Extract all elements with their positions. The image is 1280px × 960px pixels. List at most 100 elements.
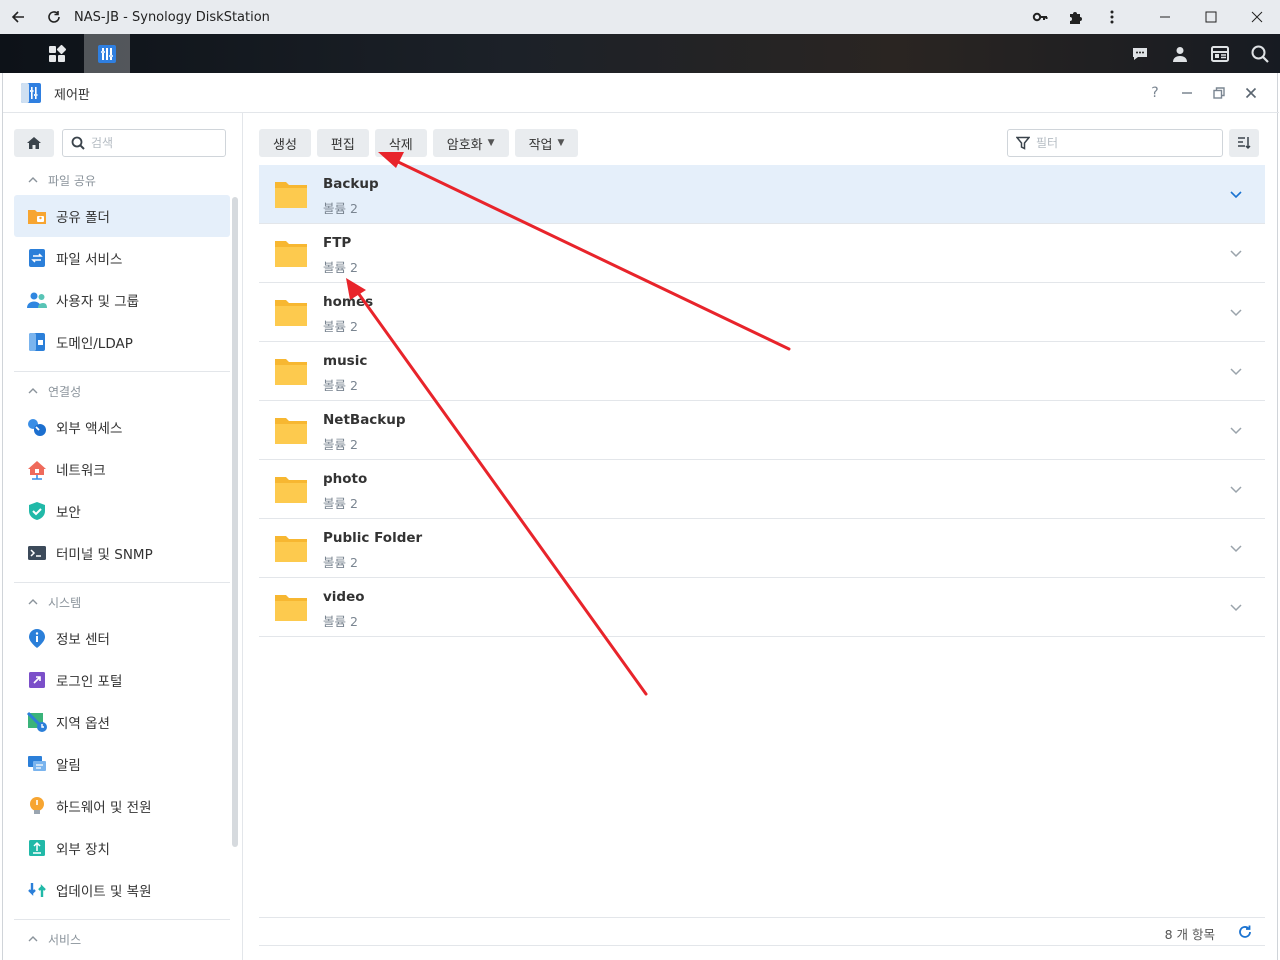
folder-row-netbackup[interactable]: NetBackup 볼륨 2 [259,401,1265,460]
key-icon[interactable] [1022,0,1058,34]
sidebar-search-box[interactable] [62,129,226,157]
refresh-icon[interactable] [1237,924,1253,940]
folder-name: photo [323,471,368,487]
sidebar-item-external-access[interactable]: 외부 액세스 [14,406,230,448]
user-icon[interactable] [1160,34,1200,73]
section-label: 파일 공유 [48,173,96,188]
lightbulb-icon [26,795,48,817]
search-icon[interactable] [1240,34,1280,73]
taskbar-control-panel-icon[interactable] [84,34,130,73]
section-divider [14,371,230,372]
main-menu-grid-icon[interactable] [34,34,80,73]
shared-folder-list: Backup 볼륨 2 FTP 볼륨 2 homes 볼륨 2 music 볼륨… [259,165,1265,637]
encryption-dropdown[interactable]: 암호화 ▼ [432,129,509,157]
sidebar-item-shared-folder[interactable]: 공유 폴더 [14,195,230,237]
create-button[interactable]: 생성 [259,129,311,157]
chevron-down-icon[interactable] [1229,187,1243,201]
section-label: 서비스 [48,932,82,947]
close-window-icon[interactable] [1234,0,1280,34]
sidebar-item-file-services[interactable]: 파일 서비스 [14,237,230,279]
minimize-window-icon[interactable] [1142,0,1188,34]
sidebar-item-label: 지역 옵션 [56,716,110,732]
folder-name: music [323,353,368,369]
shield-icon [26,500,48,522]
section-header-system[interactable]: 시스템 [14,587,230,617]
sidebar-search-input[interactable] [91,136,211,150]
folder-name: homes [323,294,374,310]
section-header-file-sharing[interactable]: 파일 공유 [14,165,230,195]
folder-name: FTP [323,235,352,251]
sidebar-item-info-center[interactable]: 정보 센터 [14,617,230,659]
chevron-down-icon[interactable] [1229,600,1243,614]
maximize-window-icon[interactable] [1188,0,1234,34]
minimize-icon[interactable] [1171,81,1203,105]
folder-icon [275,359,307,385]
sidebar-item-update-restore[interactable]: 업데이트 및 복원 [14,869,230,911]
chevron-down-icon[interactable] [1229,423,1243,437]
control-panel-window: 제어판 ? 파일 공유 [2,73,1279,960]
chevron-up-icon [28,175,38,185]
chevron-down-icon[interactable] [1229,246,1243,260]
filter-input[interactable] [1036,136,1196,150]
folder-row-public-folder[interactable]: Public Folder 볼륨 2 [259,519,1265,578]
sidebar-item-notification[interactable]: 알림 [14,743,230,785]
sidebar-item-domain-ldap[interactable]: 도메인/LDAP [14,321,230,363]
action-dropdown[interactable]: 작업 ▼ [514,129,579,157]
folder-name: Public Folder [323,530,423,546]
sidebar-item-external-devices[interactable]: 외부 장치 [14,827,230,869]
home-button[interactable] [14,129,54,157]
sidebar-item-label: 도메인/LDAP [56,336,133,352]
sidebar-item-regional-options[interactable]: 지역 옵션 [14,701,230,743]
chevron-down-icon[interactable] [1229,305,1243,319]
more-vertical-icon[interactable] [1094,0,1130,34]
sidebar-item-security[interactable]: 보안 [14,490,230,532]
folder-row-photo[interactable]: photo 볼륨 2 [259,460,1265,519]
reload-icon[interactable] [36,0,72,34]
folder-row-ftp[interactable]: FTP 볼륨 2 [259,224,1265,283]
back-arrow-icon[interactable] [0,0,36,34]
toolbar: 생성 편집 삭제 암호화 ▼ 작업 ▼ [259,129,584,157]
folder-row-music[interactable]: music 볼륨 2 [259,342,1265,401]
widgets-icon[interactable] [1200,34,1240,73]
sidebar-item-label: 하드웨어 및 전원 [56,800,152,816]
chat-icon[interactable] [1120,34,1160,73]
sidebar-item-hardware-power[interactable]: 하드웨어 및 전원 [14,785,230,827]
sidebar-item-terminal-snmp[interactable]: 터미널 및 SNMP [14,532,230,574]
restore-icon[interactable] [1203,81,1235,105]
dsm-taskbar [0,34,1280,73]
folder-row-backup[interactable]: Backup 볼륨 2 [259,165,1265,224]
main-panel: 생성 편집 삭제 암호화 ▼ 작업 ▼ Backup 볼륨 2 FTP 볼륨 2 [244,113,1279,960]
folder-icon [275,300,307,326]
sidebar: 파일 공유 공유 폴더 파일 서비스 사용자 및 그룹 도메인/LDAP [3,113,243,960]
chevron-down-icon[interactable] [1229,541,1243,555]
sidebar-item-users-groups[interactable]: 사용자 및 그룹 [14,279,230,321]
sidebar-item-network[interactable]: 네트워크 [14,448,230,490]
folder-icon [275,418,307,444]
chevron-down-icon[interactable] [1229,364,1243,378]
section-divider [14,582,230,583]
extensions-puzzle-icon[interactable] [1058,0,1094,34]
help-icon[interactable]: ? [1139,81,1171,105]
section-label: 시스템 [48,595,82,610]
folder-row-video[interactable]: video 볼륨 2 [259,578,1265,637]
sort-button[interactable] [1229,129,1259,157]
folder-icon [275,182,307,208]
chevron-up-icon [28,934,38,944]
filter-box[interactable] [1007,129,1223,157]
folder-row-homes[interactable]: homes 볼륨 2 [259,283,1265,342]
section-header-services[interactable]: 서비스 [14,924,230,954]
sidebar-item-label: 정보 센터 [56,632,110,648]
item-count: 8 개 항목 [1164,927,1215,942]
section-header-connectivity[interactable]: 연결성 [14,376,230,406]
window-title: 제어판 [54,88,90,103]
close-icon[interactable] [1235,81,1267,105]
chevron-down-icon[interactable] [1229,482,1243,496]
home-icon [27,137,41,149]
delete-button[interactable]: 삭제 [374,129,427,157]
edit-button[interactable]: 편집 [316,129,369,157]
sidebar-scrollbar[interactable] [232,197,238,847]
browser-title: NAS-JB - Synology DiskStation [74,9,270,25]
chevron-up-icon [28,597,38,607]
sidebar-item-login-portal[interactable]: 로그인 포털 [14,659,230,701]
network-house-icon [26,458,48,480]
